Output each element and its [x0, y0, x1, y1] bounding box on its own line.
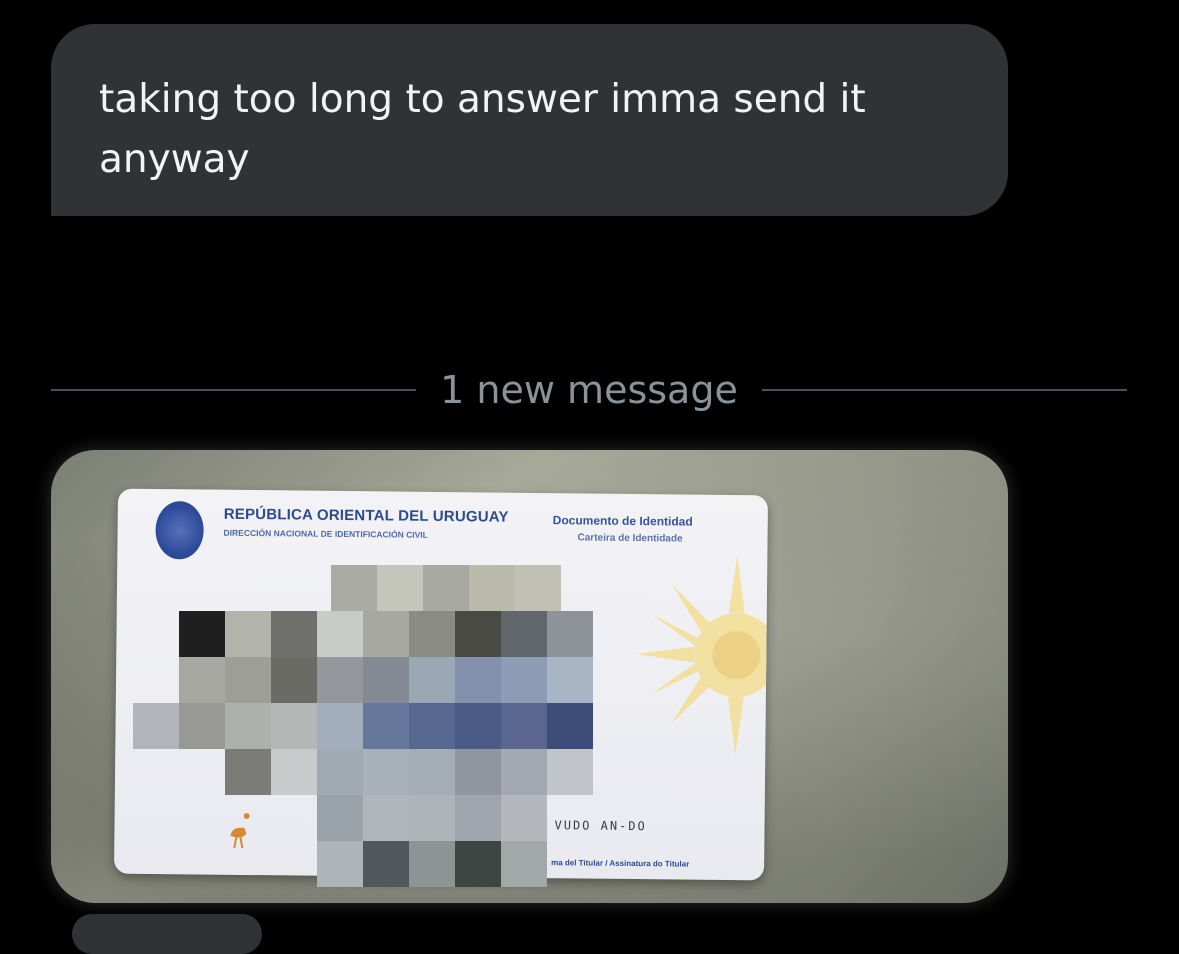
message-bubble-received[interactable]: taking too long to answer imma send it a… [51, 24, 1008, 216]
card-title: REPÚBLICA ORIENTAL DEL URUGUAY [223, 505, 509, 526]
new-message-divider: 1 new message [51, 362, 1127, 418]
card-document-label: Documento de Identidad [552, 513, 693, 529]
next-message-bubble[interactable] [72, 914, 262, 954]
coat-of-arms-icon [155, 501, 204, 560]
new-message-label: 1 new message [440, 368, 738, 412]
divider-line-right [761, 389, 1127, 391]
sun-of-may-icon [636, 555, 768, 756]
image-message[interactable]: REPÚBLICA ORIENTAL DEL URUGUAY DIRECCIÓN… [51, 450, 1008, 903]
censor-pixelation [111, 555, 593, 903]
divider-line-left [51, 389, 417, 391]
message-text: taking too long to answer imma send it a… [99, 77, 866, 182]
card-subtitle: DIRECCIÓN NACIONAL DE IDENTIFICACIÓN CIV… [223, 527, 428, 540]
card-document-label-pt: Carteira de Identidade [577, 532, 683, 545]
